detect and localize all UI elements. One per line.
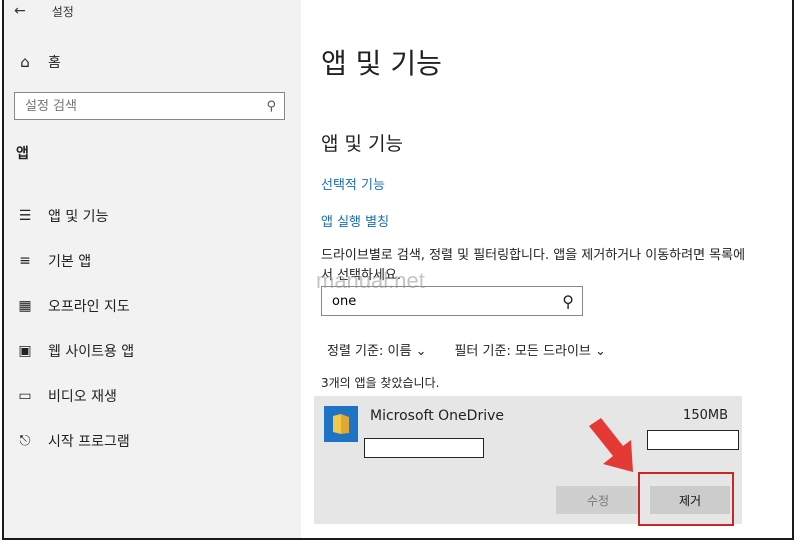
offline-maps-icon: ▦ bbox=[18, 297, 32, 314]
description-text: 드라이브별로 검색, 정렬 및 필터링합니다. 앱을 제거하거나 이동하려면 목… bbox=[321, 248, 746, 283]
sidebar-item-default-apps[interactable]: ≡ 기본 앱 bbox=[16, 238, 134, 283]
highlight-box-annotation bbox=[638, 472, 734, 526]
page-title: 앱 및 기능 bbox=[321, 47, 442, 80]
sidebar-section-title: 앱 bbox=[16, 146, 29, 162]
sidebar-item-startup[interactable]: ⎋ 시작 프로그램 bbox=[16, 418, 134, 463]
section-title: 앱 및 기능 bbox=[321, 133, 403, 155]
sort-label: 정렬 기준: bbox=[327, 344, 384, 359]
sidebar-item-label: 웹 사이트용 앱 bbox=[48, 343, 135, 360]
filter-value: 모든 드라이브 bbox=[514, 344, 591, 359]
modify-button[interactable]: 수정 bbox=[556, 486, 640, 514]
red-arrow-annotation bbox=[589, 418, 633, 472]
settings-window: ← 설정 ⌂ 홈 ⚲ 앱 ☰ 앱 및 기능 ≡ 기본 앱 ▦ 오프라인 지도 bbox=[2, 0, 794, 540]
apps-features-icon: ☰ bbox=[18, 207, 32, 224]
app-execution-aliases-link[interactable]: 앱 실행 별칭 bbox=[321, 211, 389, 230]
folder-icon bbox=[333, 414, 349, 434]
chevron-down-icon: ⌄ bbox=[415, 344, 427, 359]
default-apps-icon: ≡ bbox=[19, 252, 31, 269]
apps-for-websites-icon: ▣ bbox=[18, 342, 32, 359]
app-size: 150MB bbox=[683, 408, 728, 423]
nav-home[interactable]: ⌂ 홈 bbox=[16, 52, 61, 72]
app-search-input[interactable] bbox=[330, 292, 534, 310]
chevron-down-icon: ⌄ bbox=[595, 344, 606, 359]
filter-dropdown[interactable]: 필터 기준: 모든 드라이브 ⌄ bbox=[454, 340, 605, 359]
filter-label: 필터 기준: bbox=[454, 344, 511, 359]
onedrive-app-icon bbox=[324, 406, 358, 442]
sort-value: 이름 bbox=[387, 344, 412, 359]
optional-features-link[interactable]: 선택적 기능 bbox=[321, 174, 385, 193]
sidebar-item-apps-features[interactable]: ☰ 앱 및 기능 bbox=[16, 193, 134, 238]
app-name: Microsoft OneDrive bbox=[370, 408, 504, 424]
sidebar: ← 설정 ⌂ 홈 ⚲ 앱 ☰ 앱 및 기능 ≡ 기본 앱 ▦ 오프라인 지도 bbox=[4, 0, 301, 538]
sidebar-nav: ☰ 앱 및 기능 ≡ 기본 앱 ▦ 오프라인 지도 ▣ 웹 사이트용 앱 ▭ 비… bbox=[16, 193, 134, 463]
sidebar-item-label: 시작 프로그램 bbox=[48, 433, 130, 450]
sidebar-item-label: 기본 앱 bbox=[48, 253, 92, 270]
redacted-date bbox=[647, 430, 739, 450]
sort-filter-row: 정렬 기준: 이름 ⌄ 필터 기준: 모든 드라이브 ⌄ bbox=[327, 340, 606, 359]
found-count-text: 3개의 앱을 찾았습니다. bbox=[321, 376, 440, 390]
search-icon[interactable]: ⚲ bbox=[266, 99, 276, 114]
sidebar-item-label: 오프라인 지도 bbox=[48, 298, 130, 315]
main-content: 앱 및 기능 앱 및 기능 선택적 기능 앱 실행 별칭 드라이브별로 검색, … bbox=[301, 0, 792, 538]
sidebar-item-label: 앱 및 기능 bbox=[48, 208, 109, 225]
settings-search-input[interactable] bbox=[23, 97, 247, 115]
title-bar: ← 설정 bbox=[14, 2, 74, 20]
sort-dropdown[interactable]: 정렬 기준: 이름 ⌄ bbox=[327, 340, 426, 359]
nav-home-label: 홈 bbox=[48, 55, 61, 71]
video-playback-icon: ▭ bbox=[18, 387, 32, 404]
settings-search-box[interactable]: ⚲ bbox=[14, 92, 285, 120]
sidebar-item-video-playback[interactable]: ▭ 비디오 재생 bbox=[16, 373, 134, 418]
window-title: 설정 bbox=[51, 4, 74, 19]
sidebar-item-apps-for-websites[interactable]: ▣ 웹 사이트용 앱 bbox=[16, 328, 134, 373]
sidebar-item-offline-maps[interactable]: ▦ 오프라인 지도 bbox=[16, 283, 134, 328]
search-icon[interactable]: ⚲ bbox=[562, 292, 574, 311]
home-icon: ⌂ bbox=[20, 53, 30, 71]
back-arrow-icon[interactable]: ← bbox=[14, 3, 26, 19]
sidebar-item-label: 비디오 재생 bbox=[48, 388, 117, 405]
app-search-box[interactable]: ⚲ bbox=[321, 286, 583, 316]
startup-icon: ⎋ bbox=[19, 432, 31, 449]
redacted-publisher bbox=[364, 438, 484, 458]
